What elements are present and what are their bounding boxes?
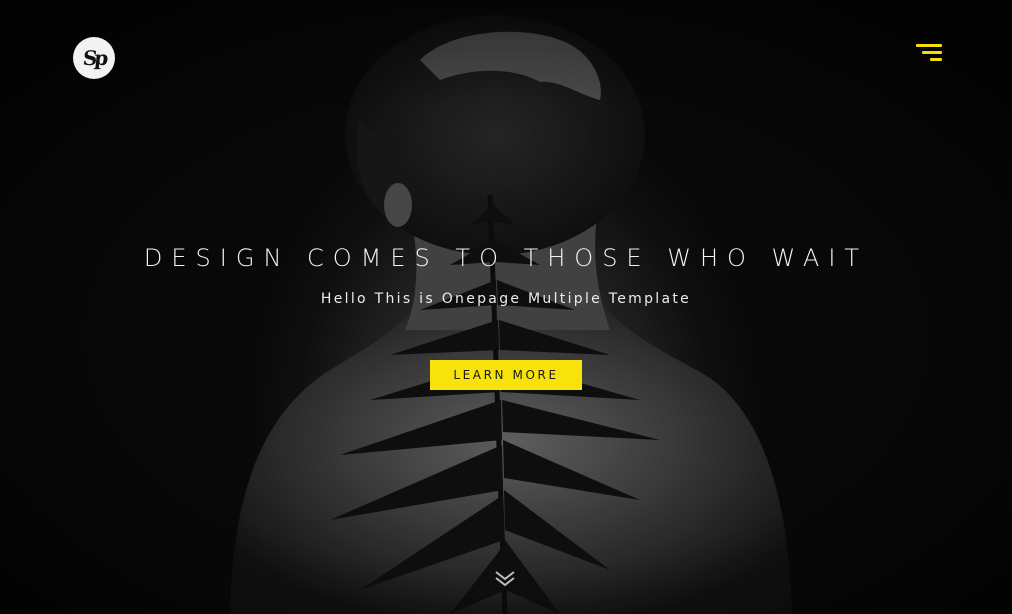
double-chevron-down-icon[interactable] [493, 570, 517, 588]
hamburger-menu-icon[interactable] [912, 42, 944, 64]
hero-section: Sp DESIGN COMES TO THOSE WHO WAIT Hello … [0, 0, 1012, 614]
learn-more-button[interactable]: LEARN MORE [430, 360, 582, 390]
hero-overlay [0, 0, 1012, 614]
hero-headline: DESIGN COMES TO THOSE WHO WAIT [143, 244, 869, 272]
hero-subheadline: Hello This is Onepage Multiple Template [320, 291, 692, 307]
site-logo[interactable]: Sp [73, 37, 115, 79]
logo-text: Sp [81, 46, 107, 70]
